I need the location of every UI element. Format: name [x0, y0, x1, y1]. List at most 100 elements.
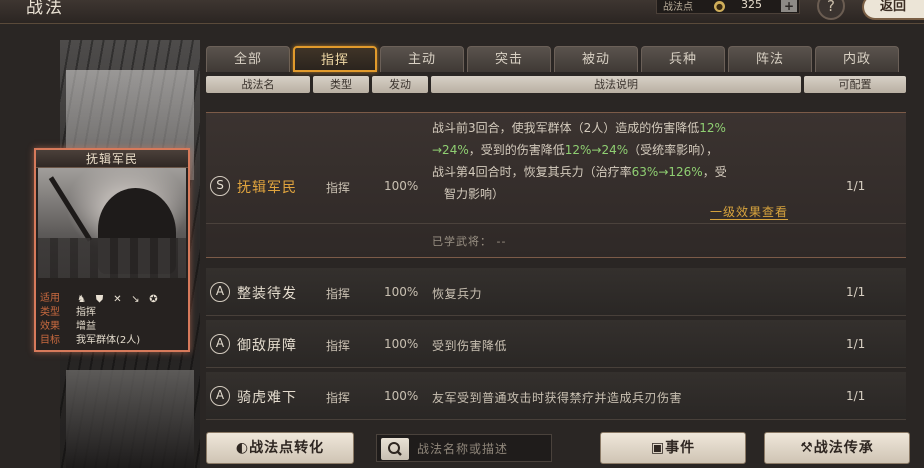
coin-icon: ● [714, 1, 725, 12]
desc-value: 12% [699, 121, 726, 135]
desc-text: ，受 [702, 165, 727, 179]
unit-icons: ♞ ⛊ ✕ ↘ ✪ [76, 292, 159, 306]
skill-rate: 100% [384, 389, 419, 403]
desc-text: 战斗前3回合，使我军群体（2人）造成的伤害降低 [432, 121, 700, 135]
spear-shape [48, 176, 93, 242]
convert-points-label: 战法点转化 [249, 440, 325, 456]
help-button[interactable]: ? [817, 0, 845, 20]
desc-text: 智力影响） [444, 187, 505, 201]
tab-troop-type[interactable]: 兵种 [641, 46, 725, 72]
skill-name: 抚辑军民 [237, 180, 297, 196]
skill-description: 战斗前3回合，使我军群体（2人）造成的伤害降低12% →24%，受到的伤害降低1… [432, 117, 812, 205]
skill-name: 整装待发 [237, 286, 297, 302]
desc-value: →24% [432, 143, 469, 157]
category-tabs: 全部 指挥 主动 突击 被动 兵种 阵法 内政 [206, 46, 906, 72]
tab-active[interactable]: 主动 [380, 46, 464, 72]
card-value: 我军群体(2人) [76, 335, 141, 346]
hammer-icon: ⚒ [800, 440, 814, 456]
grade-badge: A [210, 282, 230, 302]
desc-text: 战斗第4回合时，恢复其兵力（治疗率 [432, 165, 632, 179]
tab-command[interactable]: 指挥 [293, 46, 377, 72]
tab-all[interactable]: 全部 [206, 46, 290, 72]
configurable-count: 1/1 [846, 179, 866, 193]
skill-row[interactable]: A 整装待发 指挥 100% 恢复兵力 1/1 [206, 268, 906, 316]
selected-skill-card: 抚辑军民 适用 ♞ ⛊ ✕ ↘ ✪ 类型 指挥 效果 增益 目标 我军群体(2人… [34, 148, 190, 352]
skill-description: 受到伤害降低 [432, 339, 508, 353]
column-headers: 战法名 类型 发动 战法说明 可配置 [206, 76, 906, 93]
grade-badge: A [210, 386, 230, 406]
tab-internal-affairs[interactable]: 内政 [815, 46, 899, 72]
desc-line: 智力影响） [432, 183, 812, 205]
tab-formation[interactable]: 阵法 [728, 46, 812, 72]
desc-line: 战斗前3回合，使我军群体（2人）造成的伤害降低12% [432, 117, 812, 139]
card-row-applicable: 适用 ♞ ⛊ ✕ ↘ ✪ [40, 292, 186, 306]
card-key: 目标 [40, 335, 60, 346]
divider [206, 223, 906, 224]
card-value: 增益 [76, 321, 96, 332]
skill-description: 恢复兵力 [432, 287, 483, 301]
bow-icon: ✕ [113, 293, 122, 305]
skill-name: 骑虎难下 [237, 390, 297, 406]
card-key: 适用 [40, 293, 60, 304]
tab-passive[interactable]: 被动 [554, 46, 638, 72]
configurable-count: 1/1 [846, 285, 866, 299]
skill-rate: 100% [384, 179, 419, 193]
events-label: 事件 [665, 440, 696, 456]
inherit-skill-label: 战法传承 [813, 440, 874, 456]
card-row-target: 目标 我军群体(2人) [40, 334, 186, 348]
desc-line: →24%，受到的伤害降低12%→24%（受统率影响）， [432, 139, 812, 161]
skill-rate: 100% [384, 337, 419, 351]
configurable-count: 1/1 [846, 389, 866, 403]
search-icon [388, 442, 402, 456]
column-header-configurable[interactable]: 可配置 [804, 76, 906, 93]
skill-row[interactable]: A 骑虎难下 指挥 100% 友军受到普通攻击时获得禁疗并造成兵刃伤害 1/1 [206, 372, 906, 420]
column-header-trigger[interactable]: 发动 [372, 76, 428, 93]
card-info: 适用 ♞ ⛊ ✕ ↘ ✪ 类型 指挥 效果 增益 目标 我军群体(2人) [40, 292, 186, 348]
level-one-effect-link[interactable]: 一级效果查看 [710, 205, 789, 220]
desc-value: 63%→126% [631, 165, 703, 179]
desc-text: （受统率影响）， [628, 143, 719, 157]
desc-text: ，受到的伤害降低 [468, 143, 565, 157]
event-icon: ▣ [650, 440, 666, 456]
card-title: 抚辑军民 [36, 150, 188, 168]
spear-icon: ↘ [131, 293, 140, 305]
inherit-skill-button[interactable]: ⚒战法传承 [764, 432, 910, 464]
card-key: 效果 [40, 321, 60, 332]
tactic-points-panel: 战法点 ● 325 + [656, 0, 800, 14]
skill-rate: 100% [384, 285, 419, 299]
learned-generals: 已学武将： -- [432, 235, 507, 248]
tactic-points-value: 325 [741, 0, 762, 11]
skill-row-selected[interactable]: S 抚辑军民 指挥 100% 战斗前3回合，使我军群体（2人）造成的伤害降低12… [206, 112, 906, 258]
card-row-effect: 效果 增益 [40, 320, 186, 334]
skill-type: 指挥 [326, 181, 351, 195]
grade-badge: S [210, 176, 230, 196]
column-header-description: 战法说明 [431, 76, 801, 93]
events-button[interactable]: ▣事件 [600, 432, 746, 464]
tab-assault[interactable]: 突击 [467, 46, 551, 72]
column-header-name[interactable]: 战法名 [206, 76, 310, 93]
search-bar [376, 434, 552, 462]
tactic-points-label: 战法点 [663, 2, 693, 13]
add-points-button[interactable]: + [781, 0, 797, 12]
desc-line: 战斗第4回合时，恢复其兵力（治疗率63%→126%，受 [432, 161, 812, 183]
page-title: 战法 [26, 0, 64, 18]
card-artwork [38, 168, 186, 278]
back-button[interactable]: 返回 [862, 0, 924, 20]
desc-value: 12%→24% [564, 143, 629, 157]
card-value: 指挥 [76, 307, 96, 318]
skill-type: 指挥 [326, 391, 351, 405]
convert-points-button[interactable]: ◐战法点转化 [206, 432, 354, 464]
skill-row[interactable]: A 御敌屏障 指挥 100% 受到伤害降低 1/1 [206, 320, 906, 368]
card-key: 类型 [40, 307, 60, 318]
configurable-count: 1/1 [846, 337, 866, 351]
skill-name: 御敌屏障 [237, 338, 297, 354]
top-bar: 战法 战法点 ● 325 + ? 返回 [0, 0, 924, 24]
chariot-icon: ✪ [149, 293, 158, 305]
grade-badge: A [210, 334, 230, 354]
search-button[interactable] [381, 438, 409, 460]
search-input[interactable] [417, 438, 547, 460]
column-header-type[interactable]: 类型 [313, 76, 369, 93]
cavalry-icon: ♞ [77, 293, 86, 305]
shield-icon: ⛊ [95, 293, 104, 305]
coin-icon: ◐ [235, 440, 250, 456]
